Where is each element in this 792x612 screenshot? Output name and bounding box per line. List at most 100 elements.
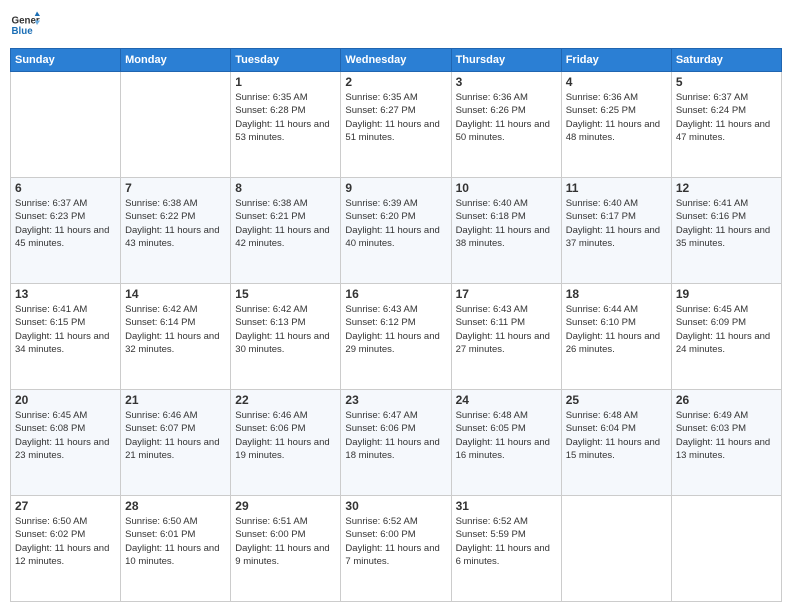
day-number: 14	[125, 287, 226, 301]
header: General Blue	[10, 10, 782, 40]
calendar-week-2: 13 Sunrise: 6:41 AM Sunset: 6:15 PM Dayli…	[11, 284, 782, 390]
day-info: Sunrise: 6:45 AM Sunset: 6:08 PM Dayligh…	[15, 409, 116, 462]
day-number: 19	[676, 287, 777, 301]
calendar-cell: 9Sunrise: 6:39 AM Sunset: 6:20 PM Daylig…	[341, 178, 451, 284]
calendar-table: SundayMondayTuesdayWednesdayThursdayFrid…	[10, 48, 782, 602]
calendar-cell: 25Sunrise: 6:48 AM Sunset: 6:04 PM Dayli…	[561, 390, 671, 496]
calendar-week-4: 27 Sunrise: 6:50 AM Sunset: 6:02 PM Dayli…	[11, 496, 782, 602]
header-cell-tuesday: Tuesday	[231, 49, 341, 72]
day-number: 7	[125, 181, 226, 195]
day-number: 6	[15, 181, 116, 195]
day-number: 26	[676, 393, 777, 407]
header-cell-wednesday: Wednesday	[341, 49, 451, 72]
day-number: 20	[15, 393, 116, 407]
day-number: 21	[125, 393, 226, 407]
calendar-cell: 18Sunrise: 6:44 AM Sunset: 6:10 PM Dayli…	[561, 284, 671, 390]
day-number: 1	[235, 75, 336, 89]
day-info: Sunrise: 6:44 AM Sunset: 6:10 PM Dayligh…	[566, 303, 667, 356]
day-number: 11	[566, 181, 667, 195]
calendar-cell: 23 Sunrise: 6:47 AM Sunset: 6:06 PM Dayli…	[341, 390, 451, 496]
day-number: 28	[125, 499, 226, 513]
day-number: 10	[456, 181, 557, 195]
calendar-cell: 22Sunrise: 6:46 AM Sunset: 6:06 PM Dayli…	[231, 390, 341, 496]
calendar-cell: 27 Sunrise: 6:50 AM Sunset: 6:02 PM Dayli…	[11, 496, 121, 602]
day-info: Sunrise: 6:40 AM Sunset: 6:17 PM Dayligh…	[566, 197, 667, 250]
day-number: 23	[345, 393, 446, 407]
day-number: 8	[235, 181, 336, 195]
calendar-cell: 19 Sunrise: 6:45 AM Sunset: 6:09 PM Dayli…	[671, 284, 781, 390]
calendar-header: SundayMondayTuesdayWednesdayThursdayFrid…	[11, 49, 782, 72]
day-number: 12	[676, 181, 777, 195]
header-cell-sunday: Sunday	[11, 49, 121, 72]
day-info: Sunrise: 6:45 AM Sunset: 6:09 PM Dayligh…	[676, 303, 777, 356]
day-info: Sunrise: 6:38 AM Sunset: 6:22 PM Dayligh…	[125, 197, 226, 250]
calendar-cell: 3 Sunrise: 6:36 AM Sunset: 6:26 PM Daylig…	[451, 72, 561, 178]
day-info: Sunrise: 6:50 AM Sunset: 6:01 PM Dayligh…	[125, 515, 226, 568]
day-info: Sunrise: 6:52 AM Sunset: 5:59 PM Dayligh…	[456, 515, 557, 568]
day-number: 31	[456, 499, 557, 513]
calendar-cell: 12 Sunrise: 6:41 AM Sunset: 6:16 PM Dayli…	[671, 178, 781, 284]
calendar-week-1: 6 Sunrise: 6:37 AM Sunset: 6:23 PM Daylig…	[11, 178, 782, 284]
calendar-cell: 30Sunrise: 6:52 AM Sunset: 6:00 PM Dayli…	[341, 496, 451, 602]
day-info: Sunrise: 6:51 AM Sunset: 6:00 PM Dayligh…	[235, 515, 336, 568]
header-cell-friday: Friday	[561, 49, 671, 72]
day-info: Sunrise: 6:42 AM Sunset: 6:13 PM Dayligh…	[235, 303, 336, 356]
day-number: 16	[345, 287, 446, 301]
calendar-cell	[11, 72, 121, 178]
day-info: Sunrise: 6:41 AM Sunset: 6:16 PM Dayligh…	[676, 197, 777, 250]
calendar-cell: 10 Sunrise: 6:40 AM Sunset: 6:18 PM Dayli…	[451, 178, 561, 284]
calendar-cell: 7 Sunrise: 6:38 AM Sunset: 6:22 PM Daylig…	[121, 178, 231, 284]
calendar-cell: 1 Sunrise: 6:35 AM Sunset: 6:28 PM Daylig…	[231, 72, 341, 178]
day-number: 17	[456, 287, 557, 301]
calendar-cell: 8Sunrise: 6:38 AM Sunset: 6:21 PM Daylig…	[231, 178, 341, 284]
header-cell-thursday: Thursday	[451, 49, 561, 72]
day-info: Sunrise: 6:41 AM Sunset: 6:15 PM Dayligh…	[15, 303, 116, 356]
day-info: Sunrise: 6:52 AM Sunset: 6:00 PM Dayligh…	[345, 515, 446, 568]
calendar-cell: 20 Sunrise: 6:45 AM Sunset: 6:08 PM Dayli…	[11, 390, 121, 496]
calendar-cell: 4Sunrise: 6:36 AM Sunset: 6:25 PM Daylig…	[561, 72, 671, 178]
day-info: Sunrise: 6:43 AM Sunset: 6:12 PM Dayligh…	[345, 303, 446, 356]
day-info: Sunrise: 6:47 AM Sunset: 6:06 PM Dayligh…	[345, 409, 446, 462]
day-number: 4	[566, 75, 667, 89]
day-info: Sunrise: 6:37 AM Sunset: 6:24 PM Dayligh…	[676, 91, 777, 144]
day-info: Sunrise: 6:43 AM Sunset: 6:11 PM Dayligh…	[456, 303, 557, 356]
calendar-cell: 13 Sunrise: 6:41 AM Sunset: 6:15 PM Dayli…	[11, 284, 121, 390]
calendar-cell: 28 Sunrise: 6:50 AM Sunset: 6:01 PM Dayli…	[121, 496, 231, 602]
day-info: Sunrise: 6:46 AM Sunset: 6:07 PM Dayligh…	[125, 409, 226, 462]
calendar-cell: 11 Sunrise: 6:40 AM Sunset: 6:17 PM Dayli…	[561, 178, 671, 284]
calendar-cell: 14 Sunrise: 6:42 AM Sunset: 6:14 PM Dayli…	[121, 284, 231, 390]
day-info: Sunrise: 6:36 AM Sunset: 6:26 PM Dayligh…	[456, 91, 557, 144]
day-number: 15	[235, 287, 336, 301]
day-number: 5	[676, 75, 777, 89]
calendar-cell	[671, 496, 781, 602]
header-cell-monday: Monday	[121, 49, 231, 72]
svg-text:Blue: Blue	[12, 26, 34, 37]
calendar-cell: 2Sunrise: 6:35 AM Sunset: 6:27 PM Daylig…	[341, 72, 451, 178]
day-number: 9	[345, 181, 446, 195]
header-row: SundayMondayTuesdayWednesdayThursdayFrid…	[11, 49, 782, 72]
day-number: 27	[15, 499, 116, 513]
day-number: 24	[456, 393, 557, 407]
header-cell-saturday: Saturday	[671, 49, 781, 72]
day-info: Sunrise: 6:49 AM Sunset: 6:03 PM Dayligh…	[676, 409, 777, 462]
logo-icon: General Blue	[10, 10, 40, 40]
calendar-cell	[561, 496, 671, 602]
calendar-cell: 21 Sunrise: 6:46 AM Sunset: 6:07 PM Dayli…	[121, 390, 231, 496]
day-number: 29	[235, 499, 336, 513]
calendar-body: 1 Sunrise: 6:35 AM Sunset: 6:28 PM Daylig…	[11, 72, 782, 602]
calendar-cell: 29 Sunrise: 6:51 AM Sunset: 6:00 PM Dayli…	[231, 496, 341, 602]
calendar-cell: 26 Sunrise: 6:49 AM Sunset: 6:03 PM Dayli…	[671, 390, 781, 496]
day-info: Sunrise: 6:42 AM Sunset: 6:14 PM Dayligh…	[125, 303, 226, 356]
day-info: Sunrise: 6:35 AM Sunset: 6:28 PM Dayligh…	[235, 91, 336, 144]
day-info: Sunrise: 6:46 AM Sunset: 6:06 PM Dayligh…	[235, 409, 336, 462]
day-info: Sunrise: 6:35 AM Sunset: 6:27 PM Dayligh…	[345, 91, 446, 144]
day-info: Sunrise: 6:48 AM Sunset: 6:04 PM Dayligh…	[566, 409, 667, 462]
calendar-week-3: 20 Sunrise: 6:45 AM Sunset: 6:08 PM Dayli…	[11, 390, 782, 496]
day-info: Sunrise: 6:37 AM Sunset: 6:23 PM Dayligh…	[15, 197, 116, 250]
day-info: Sunrise: 6:48 AM Sunset: 6:05 PM Dayligh…	[456, 409, 557, 462]
calendar-cell: 6 Sunrise: 6:37 AM Sunset: 6:23 PM Daylig…	[11, 178, 121, 284]
day-info: Sunrise: 6:50 AM Sunset: 6:02 PM Dayligh…	[15, 515, 116, 568]
day-number: 13	[15, 287, 116, 301]
day-info: Sunrise: 6:40 AM Sunset: 6:18 PM Dayligh…	[456, 197, 557, 250]
day-number: 3	[456, 75, 557, 89]
